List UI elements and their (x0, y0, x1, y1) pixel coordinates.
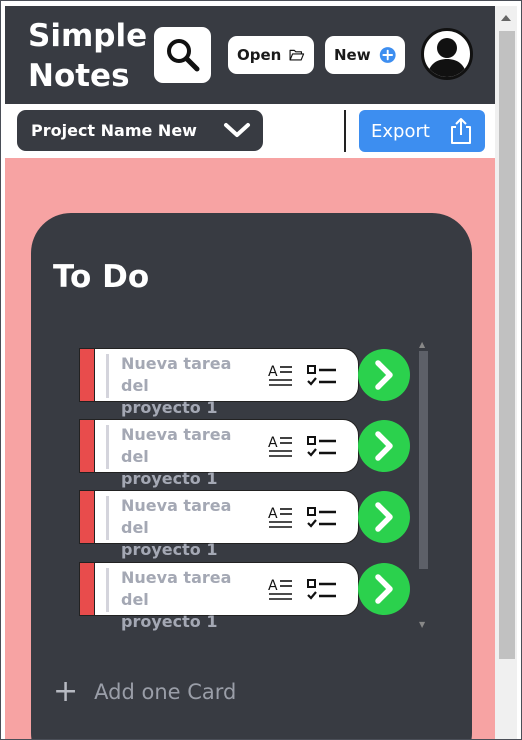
plus-icon: + (53, 674, 79, 709)
plus-circle-icon (379, 47, 396, 63)
card-title-line1: Nueva tarea del (121, 568, 232, 609)
add-card-button[interactable]: + Add one Card (53, 677, 236, 707)
column-title: To Do (53, 259, 150, 295)
description-icon[interactable]: A (268, 434, 294, 460)
app-title-line2: Notes (28, 58, 130, 94)
project-select[interactable]: Project Name New (17, 110, 263, 151)
description-icon[interactable]: A (268, 363, 294, 389)
card-title-line1: Nueva tarea del (121, 496, 232, 537)
chevron-right-icon (375, 431, 393, 461)
card-separator (106, 496, 109, 540)
card-status-stripe (80, 563, 95, 615)
search-button[interactable] (154, 27, 211, 83)
card-status-stripe (80, 491, 95, 543)
chevron-right-icon (375, 574, 393, 604)
card-title: Nueva tarea del proyecto 1 (121, 567, 261, 633)
open-button[interactable]: Open (228, 36, 314, 74)
app-title: Simple Notes (28, 16, 147, 96)
open-card-button[interactable] (358, 491, 410, 543)
toolbar-divider (344, 110, 346, 152)
project-name: Project Name New (31, 121, 197, 140)
export-button-label: Export (371, 120, 430, 142)
app-window: Simple Notes Open New Project Name New E… (0, 0, 522, 740)
add-card-label: Add one Card (94, 680, 237, 704)
chevron-right-icon (375, 502, 393, 532)
svg-text:A: A (268, 364, 278, 380)
task-card[interactable]: Nueva tarea del proyecto 1 A (79, 490, 359, 559)
card-title: Nueva tarea del proyecto 1 (121, 353, 261, 419)
search-icon (166, 39, 199, 72)
card-title: Nueva tarea del proyecto 1 (121, 495, 261, 561)
chevron-right-icon (375, 360, 393, 390)
window-scroll-up-arrow[interactable] (501, 15, 511, 21)
card-title-line2: proyecto 1 (121, 469, 218, 488)
window-scrollbar-thumb[interactable] (499, 31, 515, 659)
card-title-line2: proyecto 1 (121, 540, 218, 559)
card-separator (106, 354, 109, 398)
card-status-stripe (80, 420, 95, 472)
task-card[interactable]: Nueva tarea del proyecto 1 A (79, 419, 359, 488)
todo-column: To Do Nueva tarea del proyecto 1 A Nueva… (31, 213, 472, 739)
chevron-down-icon (224, 123, 250, 137)
user-avatar-icon (427, 38, 467, 77)
open-card-button[interactable] (358, 349, 410, 401)
checklist-icon[interactable] (306, 434, 338, 460)
column-scroll-down-arrow[interactable]: ▼ (419, 620, 425, 629)
project-toolbar: Project Name New Export (5, 104, 495, 158)
column-scrollbar-thumb[interactable] (419, 351, 428, 569)
column-scroll-up-arrow[interactable]: ▲ (419, 340, 425, 349)
open-card-button[interactable] (358, 420, 410, 472)
checklist-icon[interactable] (306, 363, 338, 389)
card-separator (106, 568, 109, 612)
card-title-line1: Nueva tarea del (121, 354, 232, 395)
card-title-line2: proyecto 1 (121, 612, 218, 631)
new-button[interactable]: New (325, 36, 405, 74)
card-title: Nueva tarea del proyecto 1 (121, 424, 261, 490)
app-title-line1: Simple (28, 18, 148, 54)
card-status-stripe (80, 349, 95, 401)
card-separator (106, 425, 109, 469)
user-avatar[interactable] (421, 28, 473, 80)
task-card[interactable]: Nueva tarea del proyecto 1 A (79, 562, 359, 631)
app-header: Simple Notes Open New (5, 6, 495, 104)
card-title-line1: Nueva tarea del (121, 425, 232, 466)
folder-open-icon (289, 49, 305, 61)
checklist-icon[interactable] (306, 577, 338, 603)
checklist-icon[interactable] (306, 505, 338, 531)
svg-text:A: A (268, 435, 278, 451)
share-icon (451, 118, 471, 144)
svg-text:A: A (268, 506, 278, 522)
svg-text:A: A (268, 578, 278, 594)
open-button-label: Open (237, 46, 282, 64)
new-button-label: New (334, 46, 371, 64)
card-title-line2: proyecto 1 (121, 398, 218, 417)
export-button[interactable]: Export (359, 110, 485, 152)
description-icon[interactable]: A (268, 577, 294, 603)
board-area: To Do Nueva tarea del proyecto 1 A Nueva… (5, 158, 495, 739)
open-card-button[interactable] (358, 563, 410, 615)
task-card[interactable]: Nueva tarea del proyecto 1 A (79, 348, 359, 417)
description-icon[interactable]: A (268, 505, 294, 531)
